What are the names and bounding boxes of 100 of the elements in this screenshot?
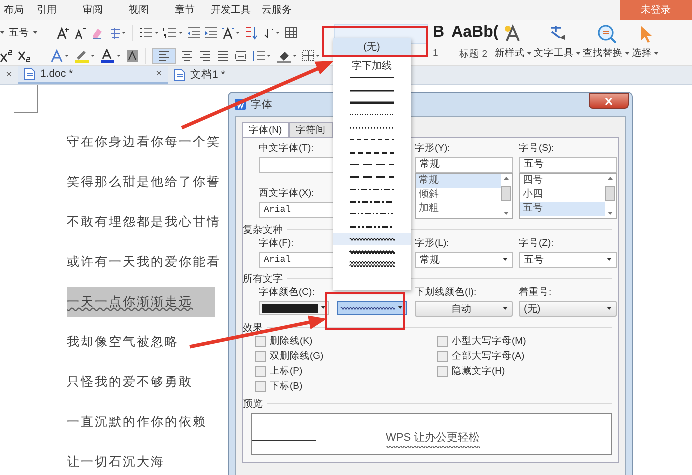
grow-font-icon[interactable] [56, 26, 70, 40]
font-size-select[interactable]: 五号 [0, 26, 52, 40]
checkbox-box[interactable] [255, 366, 266, 377]
caret-icon [503, 307, 508, 311]
close-tab-button[interactable]: × [156, 68, 162, 80]
checkbox-box[interactable] [437, 336, 448, 347]
dropdown[interactable]: 自动 [415, 301, 513, 317]
dialog-title: 字体 [251, 98, 273, 112]
document-line: 守在你身边看你每一个笑 [67, 134, 221, 151]
line-style-icon [349, 260, 395, 268]
close-button[interactable] [589, 93, 629, 109]
list-item[interactable]: 常规 [416, 174, 501, 188]
checkbox-box[interactable] [437, 366, 448, 377]
checkbox[interactable]: 双删除线(G) [255, 350, 437, 363]
decrease-indent-icon[interactable] [187, 26, 200, 40]
checkbox[interactable]: 下标(B) [255, 380, 437, 393]
wavy-underline-icon [386, 444, 480, 448]
menu-item[interactable]: (无) [333, 38, 411, 55]
document-line: 笑得那么甜是他给了你誓 [67, 174, 221, 191]
subscript-icon[interactable] [18, 49, 32, 63]
paragraph-shading-icon[interactable] [276, 49, 298, 63]
justify-icon[interactable] [216, 49, 230, 63]
caret-icon [527, 52, 532, 56]
underline-type-dropdown[interactable] [337, 301, 407, 315]
shrink-font-icon[interactable] [74, 26, 86, 40]
field-label: 西文字体(X): [259, 187, 314, 200]
underline-option[interactable] [333, 233, 411, 246]
ribbon-tool-button[interactable]: 查找替换 [582, 20, 631, 65]
caret-icon [607, 307, 612, 311]
list-item[interactable]: 五号 [520, 202, 605, 216]
dropdown[interactable]: 常规 [415, 252, 513, 268]
section-heading: 预览 [243, 398, 263, 410]
caret-icon [321, 306, 326, 310]
preview-text: WPS 让办公更轻松 [386, 430, 480, 446]
list-item[interactable]: 小四 [520, 188, 605, 202]
input-field[interactable]: 常规 [415, 157, 513, 173]
checkbox-box[interactable] [255, 381, 266, 392]
checkbox[interactable]: 上标(P) [255, 365, 437, 378]
checkbox[interactable]: 隐藏文字(H) [437, 365, 597, 378]
checkbox-box[interactable] [437, 351, 448, 362]
line-style-icon [349, 248, 395, 256]
field-label: 字体(F): [259, 237, 294, 250]
checkbox[interactable]: 小型大写字母(M) [437, 335, 597, 348]
style-item[interactable]: B 1 [433, 24, 445, 59]
dialog-tab[interactable]: 字体(N) [242, 122, 290, 137]
tool-label: 文字工具 [534, 47, 574, 60]
align-right-icon[interactable] [198, 49, 212, 63]
caret-icon [576, 52, 581, 56]
dropdown[interactable]: 五号 [519, 252, 617, 268]
field-label: 下划线颜色(I): [415, 286, 477, 299]
phonetic-guide-icon[interactable] [108, 26, 126, 40]
char-scale-icon[interactable] [221, 26, 241, 40]
sort-icon[interactable] [245, 26, 259, 40]
document-tab[interactable]: 1.doc * × [18, 66, 168, 84]
document-tab[interactable]: 文档1 * [168, 66, 318, 84]
align-left-icon[interactable] [152, 48, 176, 64]
list-item[interactable]: 加粗 [416, 202, 501, 216]
checkbox-label: 小型大写字母(M) [452, 335, 526, 348]
dialog-tab[interactable]: 字符间 [289, 122, 334, 137]
checkbox-box[interactable] [255, 351, 266, 362]
bullet-list-icon[interactable] [139, 26, 159, 40]
checkbox-box[interactable] [255, 336, 266, 347]
char-shading-icon[interactable] [126, 49, 140, 63]
highlighter-icon[interactable] [74, 49, 96, 63]
margin-mark [14, 85, 40, 115]
field-label: 字号(S): [519, 142, 554, 155]
checkbox[interactable]: 删除线(K) [255, 335, 437, 348]
search-icon [596, 24, 618, 44]
border-icon[interactable] [302, 49, 322, 63]
table-icon[interactable] [285, 26, 298, 40]
input-field[interactable]: 五号 [519, 157, 617, 173]
document-icon [174, 68, 186, 82]
paragraph-mark-icon[interactable] [263, 26, 281, 40]
ribbon-tool-button[interactable]: 选择 [631, 20, 660, 65]
font-color-icon[interactable] [100, 49, 122, 63]
distributed-icon[interactable] [234, 49, 248, 63]
dropdown[interactable]: (无) [519, 301, 617, 317]
numbered-list-icon[interactable] [163, 26, 183, 40]
clear-format-icon[interactable] [90, 26, 104, 40]
list-item[interactable]: 四号 [520, 174, 605, 188]
line-spacing-icon[interactable] [252, 49, 272, 63]
document-line: 让一切石沉大海 [67, 454, 165, 471]
document-line: 不敢有埋怨都是我心甘情 [67, 214, 221, 231]
list-item[interactable]: 倾斜 [416, 188, 501, 202]
document-line: 只怪我的爱不够勇敢 [67, 374, 193, 391]
superscript-icon[interactable] [0, 49, 14, 63]
caret-icon [654, 52, 659, 56]
section-heading: 效果 [243, 322, 263, 334]
increase-indent-icon[interactable] [204, 26, 217, 40]
document-line: 一直沉默的作你的依赖 [67, 414, 207, 431]
color-dropdown[interactable] [259, 301, 329, 315]
line-style-icon [349, 235, 395, 244]
text-effect-icon[interactable] [50, 49, 70, 63]
document-icon [24, 68, 36, 80]
checkbox[interactable]: 全部大写字母(A) [437, 350, 597, 363]
ribbon-tool-button[interactable]: 文字工具 [533, 20, 582, 65]
align-center-icon[interactable] [180, 49, 194, 63]
menu-item[interactable]: 字下加线 [333, 59, 411, 72]
close-tab-button[interactable]: × [0, 69, 18, 81]
caret-icon [0, 31, 5, 35]
